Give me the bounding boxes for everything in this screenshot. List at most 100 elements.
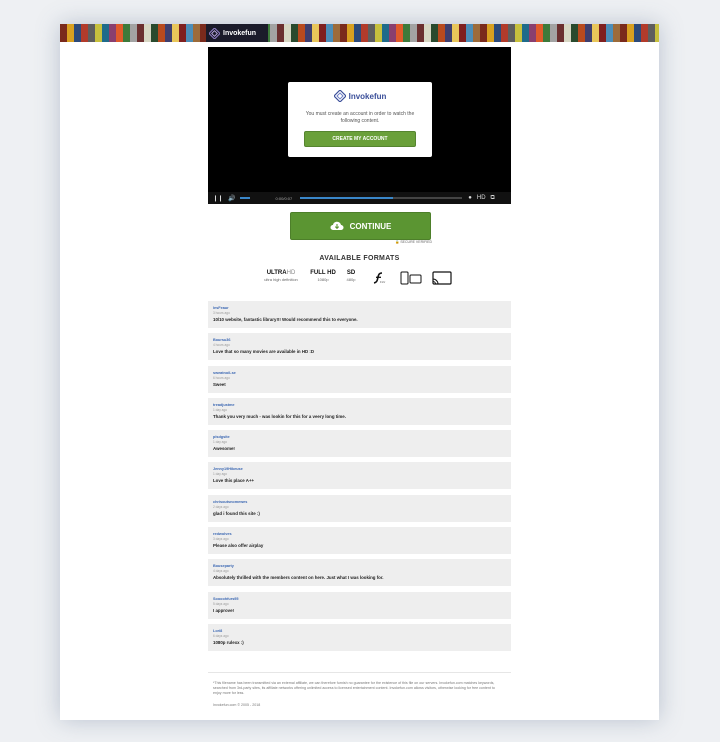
- comment-time: 1 day ago: [213, 407, 228, 412]
- poster-tile: [487, 24, 494, 42]
- poster-tile: [193, 24, 200, 42]
- poster-tile: [137, 24, 144, 42]
- comment-username[interactable]: chrisoutsnomewes: [213, 500, 247, 504]
- comment-username[interactable]: sweatnoiLse: [213, 371, 236, 375]
- comment-username[interactable]: Bouseparty: [213, 564, 234, 568]
- poster-tile: [340, 24, 347, 42]
- poster-tile: [109, 24, 116, 42]
- poster-tile: [186, 24, 193, 42]
- footer-divider: [208, 672, 511, 673]
- comment-username[interactable]: lesFeaur: [213, 306, 229, 310]
- poster-tile: [277, 24, 284, 42]
- format-fullhd: FULL HD 1080p: [308, 270, 338, 282]
- comments-list: lesFeaur 3 hours ago 10/10 website, fantas…: [208, 301, 511, 656]
- poster-tile: [417, 24, 424, 42]
- poster-tile: [88, 24, 95, 42]
- formats-title: AVAILABLE FORMATS: [319, 255, 400, 262]
- poster-tile: [508, 24, 515, 42]
- comment-time: 1 day ago: [213, 440, 228, 445]
- comment-username[interactable]: Lori8: [213, 629, 222, 633]
- poster-tile: [620, 24, 627, 42]
- poster-tile: [81, 24, 88, 42]
- footer-copyright: Invokefun.com © 2005 - 2018: [213, 703, 261, 707]
- comment-username[interactable]: redwolves: [213, 532, 232, 536]
- poster-tile: [634, 24, 641, 42]
- poster-tile: [648, 24, 655, 42]
- comment-username[interactable]: Boursu36: [213, 338, 231, 342]
- comment-text: Thank you very much - was lookin for thi…: [213, 413, 346, 419]
- poster-tile: [389, 24, 396, 42]
- diamond-logo-icon: [209, 27, 220, 39]
- poster-tile: [151, 24, 158, 42]
- comment-item: treadjustme 1 day ago Thank you very much …: [208, 397, 511, 425]
- poster-tile: [116, 24, 123, 42]
- continue-button[interactable]: CONTINUE: [290, 212, 431, 240]
- poster-tile: [361, 24, 368, 42]
- poster-tile: [585, 24, 592, 42]
- poster-tile: [522, 24, 529, 42]
- comment-time: 3 hours ago: [213, 311, 230, 315]
- comment-text: 1080p rulexx :): [213, 639, 244, 645]
- format-name: SD: [346, 270, 356, 276]
- poster-tile: [403, 24, 410, 42]
- comment-time: 1 day ago: [213, 472, 228, 477]
- poster-tile: [438, 24, 445, 42]
- poster-tile: [95, 24, 102, 42]
- comment-text: Absolutely thrilled with the members con…: [213, 575, 384, 581]
- comment-item: chrisoutsnomewes 2 days ago glad i found t…: [208, 494, 511, 522]
- poster-tile: [158, 24, 165, 42]
- comment-item: plsdgsite 1 day ago Awesome!: [208, 430, 511, 458]
- pause-icon[interactable]: ❙❙: [213, 195, 223, 202]
- volume-slider[interactable]: [239, 197, 250, 199]
- comment-username[interactable]: plsdgsite: [213, 435, 230, 439]
- comment-text: Sweet: [213, 381, 226, 387]
- flash-icon: FLV: [372, 271, 386, 290]
- create-account-button[interactable]: CREATE MY ACCOUNT: [304, 131, 416, 147]
- fullscreen-icon[interactable]: ⧉: [491, 195, 495, 202]
- comment-text: 10/10 website, fantastic library!!! Woul…: [213, 317, 358, 322]
- poster-tile: [354, 24, 361, 42]
- format-name: FULL HD: [310, 270, 336, 276]
- brand-logo[interactable]: Invokefun: [206, 24, 268, 42]
- comment-item: lesFeaur 3 hours ago 10/10 website, fantas…: [208, 301, 511, 328]
- poster-tile: [501, 24, 508, 42]
- poster-tile: [347, 24, 354, 42]
- continue-label: CONTINUE: [349, 221, 392, 231]
- poster-tile: [102, 24, 109, 42]
- progress-bar[interactable]: [300, 197, 463, 199]
- comment-username[interactable]: Jenny19Hikeuse: [213, 467, 243, 471]
- devices-icon: [400, 271, 422, 290]
- comment-text: Love this place A++: [213, 478, 255, 484]
- poster-tile: [284, 24, 291, 42]
- modal-brand-name: Invokefun: [348, 91, 387, 101]
- poster-tile: [550, 24, 557, 42]
- video-player[interactable]: Invokefun You must create an account in …: [208, 47, 511, 204]
- poster-tile: [382, 24, 389, 42]
- hd-toggle[interactable]: HD: [477, 195, 486, 201]
- poster-tile: [557, 24, 564, 42]
- volume-icon[interactable]: 🔊: [228, 195, 235, 202]
- comment-username[interactable]: treadjustme: [213, 403, 235, 407]
- poster-tile: [445, 24, 452, 42]
- poster-tile: [298, 24, 305, 42]
- format-name: ULTRA: [266, 270, 287, 276]
- comment-text: glad i found this site :): [213, 510, 260, 516]
- comment-item: redwolves 3 days ago Please also offer air…: [208, 527, 511, 555]
- format-sub: ultra high definition: [264, 277, 298, 282]
- poster-tile: [599, 24, 606, 42]
- settings-icon[interactable]: ●: [468, 195, 472, 201]
- comment-time: 5 days ago: [213, 601, 229, 606]
- poster-tile: [655, 24, 659, 42]
- poster-tile: [319, 24, 326, 42]
- modal-logo: Invokefun: [288, 89, 432, 103]
- comment-username[interactable]: Soooohfurs95: [213, 597, 239, 601]
- poster-tile: [473, 24, 480, 42]
- comment-item: Jenny19Hikeuse 1 day ago Love this place A…: [208, 462, 511, 490]
- poster-tile: [396, 24, 403, 42]
- comment-text: Awesome!: [213, 446, 235, 452]
- comment-item: sweatnoiLse 6 hours ago Sweet: [208, 365, 511, 393]
- poster-tile: [368, 24, 375, 42]
- poster-tile: [529, 24, 536, 42]
- comment-item: Lori8 6 days ago 1080p rulexx :): [208, 623, 511, 651]
- poster-tile: [326, 24, 333, 42]
